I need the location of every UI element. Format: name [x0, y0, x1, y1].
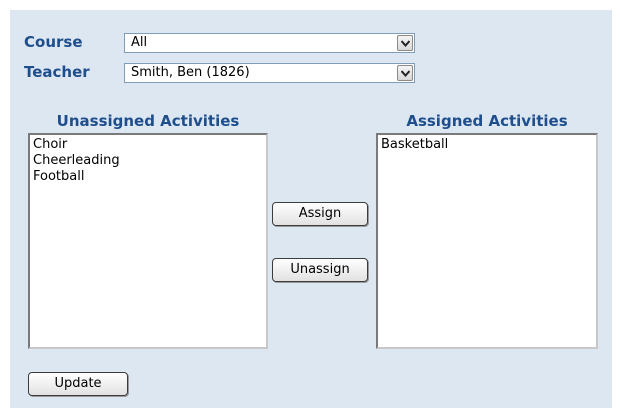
unassigned-activities-list[interactable]: Choir Cheerleading Football: [28, 133, 268, 349]
list-option[interactable]: Basketball: [381, 137, 593, 153]
assigned-activities-list[interactable]: Basketball: [376, 133, 598, 349]
chevron-down-icon: [401, 70, 410, 77]
unassigned-activities-title: Unassigned Activities: [56, 112, 240, 130]
course-label: Course: [24, 33, 83, 51]
teacher-dropdown-button[interactable]: [397, 65, 413, 81]
chevron-down-icon: [401, 40, 410, 47]
list-option[interactable]: Choir: [33, 137, 263, 153]
course-select[interactable]: All: [124, 33, 415, 53]
teacher-select-value: Smith, Ben (1826): [131, 65, 250, 80]
update-button[interactable]: Update: [28, 372, 128, 396]
list-option[interactable]: Cheerleading: [33, 153, 263, 169]
teacher-label: Teacher: [24, 63, 90, 81]
course-dropdown-button[interactable]: [397, 35, 413, 51]
teacher-select[interactable]: Smith, Ben (1826): [124, 63, 415, 83]
unassign-button[interactable]: Unassign: [272, 258, 368, 282]
assigned-activities-title: Assigned Activities: [406, 112, 568, 130]
assign-button[interactable]: Assign: [272, 202, 368, 226]
activity-assignment-panel: Course All Teacher Smith, Ben (1826) Una…: [10, 10, 612, 408]
list-option[interactable]: Football: [33, 169, 263, 185]
course-select-value: All: [131, 35, 148, 50]
